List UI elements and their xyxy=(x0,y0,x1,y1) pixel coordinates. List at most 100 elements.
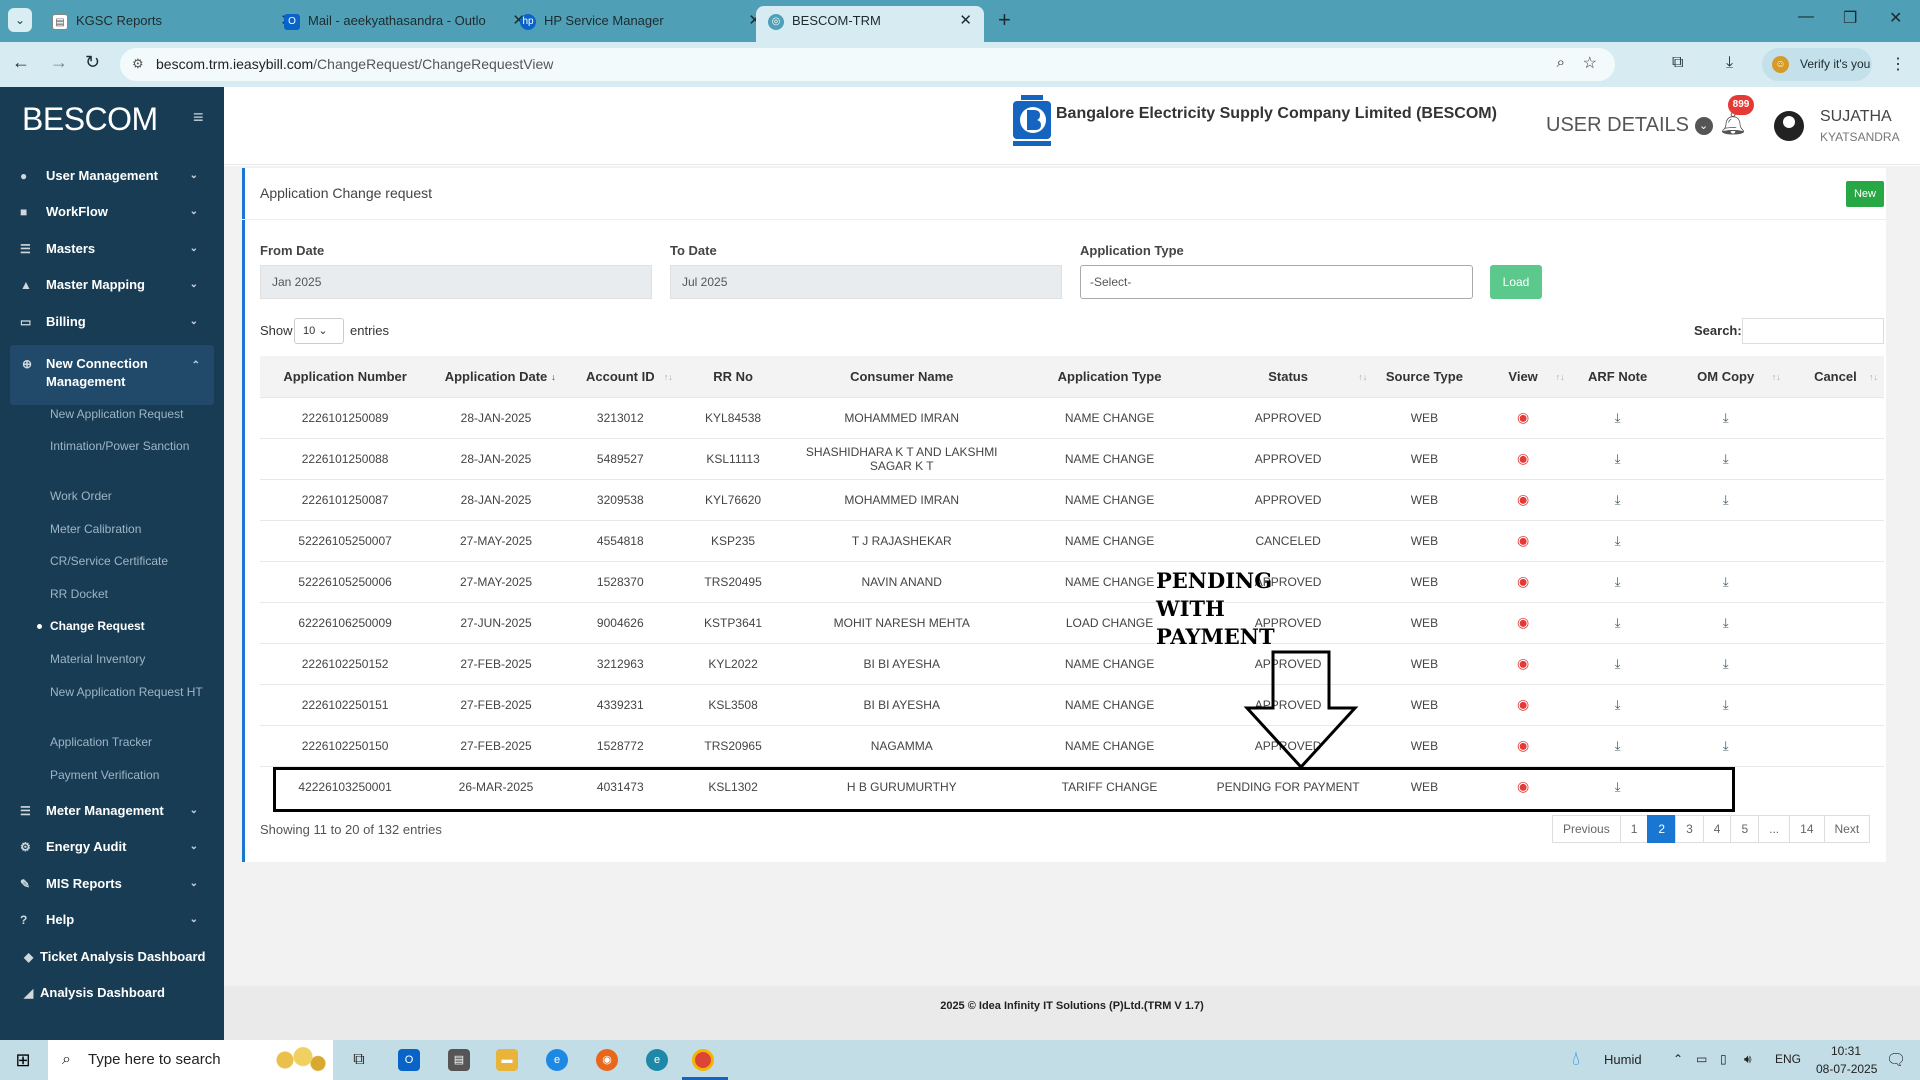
sidebar-subitem-application-tracker[interactable]: Application Tracker xyxy=(50,734,215,751)
site-info-icon[interactable]: ⚙ xyxy=(132,56,144,72)
extensions-icon[interactable]: ⧉ xyxy=(1672,54,1683,72)
tab-bescom-trm[interactable]: ◎ BESCOM-TRM ✕ xyxy=(756,6,984,42)
zoom-icon[interactable]: ⌕ xyxy=(1557,54,1565,71)
download-icon[interactable]: ⤓ xyxy=(1615,738,1621,753)
clock-date[interactable]: 08-07-2025 xyxy=(1816,1062,1877,1076)
new-tab-button[interactable]: + xyxy=(998,6,1011,34)
minimize-button[interactable]: — xyxy=(1798,8,1814,26)
download-icon[interactable]: ⤓ xyxy=(1723,451,1729,466)
load-button[interactable]: Load xyxy=(1490,265,1542,299)
download-icon[interactable]: ⤓ xyxy=(1723,697,1729,712)
network-icon[interactable]: ▭ xyxy=(1696,1052,1707,1066)
page-button[interactable]: 2 xyxy=(1647,815,1677,843)
page-button[interactable]: Next xyxy=(1823,815,1871,843)
eye-icon[interactable]: ◉ xyxy=(1517,614,1529,630)
volume-icon[interactable]: 🔊︎ xyxy=(1744,1052,1752,1067)
sidebar-item-new-connection-management[interactable]: ⊕ New Connection Management ⌃ xyxy=(10,345,214,405)
download-icon[interactable]: ⤓ xyxy=(1723,738,1729,753)
new-button[interactable]: New xyxy=(1846,181,1884,207)
download-icon[interactable]: ⤓ xyxy=(1615,656,1621,671)
column-header[interactable]: View ↑↓ xyxy=(1475,356,1571,397)
sidebar-subitem-cr-service-certificate[interactable]: CR/Service Certificate xyxy=(50,553,215,570)
sidebar-item-ticket-analysis-dashboard[interactable]: ◆ Ticket Analysis Dashboard xyxy=(0,939,224,975)
firefox-icon[interactable]: ◉ xyxy=(596,1049,618,1071)
eye-icon[interactable]: ◉ xyxy=(1517,491,1529,507)
download-icon[interactable]: ⤓ xyxy=(1615,533,1621,548)
battery-icon[interactable]: ▯ xyxy=(1720,1052,1727,1066)
edge-icon[interactable]: e xyxy=(646,1049,668,1071)
sidebar-item-masters[interactable]: ☰ Masters ⌄ xyxy=(0,231,224,267)
windows-start-icon[interactable]: ⊞ xyxy=(12,1049,34,1071)
download-icon[interactable]: ⤓ xyxy=(1726,54,1733,72)
column-header[interactable]: Consumer Name xyxy=(787,356,1017,397)
weather-label[interactable]: Humid xyxy=(1604,1052,1642,1067)
outlook-taskbar-icon[interactable]: O xyxy=(398,1049,420,1071)
close-window-button[interactable]: ✕ xyxy=(1889,8,1902,28)
reload-icon[interactable]: ↻ xyxy=(85,52,100,73)
url-bar[interactable]: ⚙ bescom.trm.ieasybill.com/ChangeRequest… xyxy=(120,48,1615,81)
tab-list-dropdown-icon[interactable]: ⌄ xyxy=(8,8,32,32)
page-button[interactable]: 5 xyxy=(1730,815,1760,843)
taskbar-search[interactable]: ⌕ Type here to search xyxy=(48,1040,333,1080)
download-icon[interactable]: ⤓ xyxy=(1615,615,1621,630)
printer-taskbar-icon[interactable]: ▤ xyxy=(448,1049,470,1071)
browser-menu-icon[interactable]: ⋮ xyxy=(1890,54,1906,74)
tab-hp-service-manager[interactable]: hp HP Service Manager ✕ xyxy=(508,6,773,42)
notifications-icon[interactable]: 🗨︎ xyxy=(1886,1050,1906,1070)
sidebar-subitem-work-order[interactable]: Work Order xyxy=(50,488,215,505)
eye-icon[interactable]: ◉ xyxy=(1517,409,1529,425)
back-icon[interactable]: ← xyxy=(12,52,30,73)
avatar[interactable] xyxy=(1774,111,1804,141)
sidebar-item-workflow[interactable]: ■ WorkFlow ⌄ xyxy=(0,194,224,230)
page-button[interactable]: 14 xyxy=(1789,815,1825,843)
to-date-input[interactable]: Jul 2025 xyxy=(670,265,1062,299)
sidebar-item-help[interactable]: ? Help ⌄ xyxy=(0,902,224,938)
verify-profile-button[interactable]: ☺ Verify it's you xyxy=(1762,48,1872,81)
eye-icon[interactable]: ◉ xyxy=(1517,573,1529,589)
tab-outlook-mail[interactable]: O Mail - aeekyathasandra - Outlo ✕ xyxy=(272,6,537,42)
column-header[interactable]: Application Type xyxy=(1016,356,1204,397)
internet-explorer-icon[interactable]: e xyxy=(546,1049,568,1071)
search-input[interactable] xyxy=(1742,318,1884,344)
column-header[interactable]: OM Copy ↑↓ xyxy=(1664,356,1787,397)
page-button[interactable]: Previous xyxy=(1552,815,1621,843)
download-icon[interactable]: ⤓ xyxy=(1723,656,1729,671)
sidebar-subitem-new-application-request[interactable]: New Application Request xyxy=(50,406,215,423)
hamburger-menu-icon[interactable]: ≡ xyxy=(193,107,204,128)
entries-per-page-select[interactable]: 10 ⌄ xyxy=(294,318,344,344)
page-button[interactable]: 1 xyxy=(1619,815,1649,843)
page-button[interactable]: 4 xyxy=(1702,815,1732,843)
clock-time[interactable]: 10:31 xyxy=(1831,1044,1861,1058)
column-header[interactable]: Source Type xyxy=(1373,356,1476,397)
download-icon[interactable]: ⤓ xyxy=(1723,615,1729,630)
sidebar-item-energy-audit[interactable]: ⚙ Energy Audit ⌄ xyxy=(0,829,224,865)
page-button[interactable]: 3 xyxy=(1675,815,1704,843)
from-date-input[interactable]: Jan 2025 xyxy=(260,265,652,299)
user-details-dropdown[interactable]: USER DETAILS ⌄ xyxy=(1546,114,1713,137)
sidebar-item-master-mapping[interactable]: ▲ Master Mapping ⌄ xyxy=(0,267,224,303)
sidebar-item-billing[interactable]: ▭ Billing ⌄ xyxy=(0,304,224,340)
download-icon[interactable]: ⤓ xyxy=(1615,697,1621,712)
eye-icon[interactable]: ◉ xyxy=(1517,655,1529,671)
task-view-icon[interactable]: ⧉ xyxy=(348,1049,370,1071)
column-header[interactable]: Account ID ↑↓ xyxy=(561,356,679,397)
sidebar-item-mis-reports[interactable]: ✎ MIS Reports ⌄ xyxy=(0,866,224,902)
eye-icon[interactable]: ◉ xyxy=(1517,532,1529,548)
sidebar-item-meter-management[interactable]: ☰ Meter Management ⌄ xyxy=(0,793,224,829)
tab-kgsc-reports[interactable]: ▤ KGSC Reports ✕ xyxy=(40,6,305,42)
application-type-select[interactable]: -Select- xyxy=(1080,265,1473,299)
eye-icon[interactable]: ◉ xyxy=(1517,696,1529,712)
download-icon[interactable]: ⤓ xyxy=(1615,574,1621,589)
download-icon[interactable]: ⤓ xyxy=(1723,410,1729,425)
download-icon[interactable]: ⤓ xyxy=(1615,492,1621,507)
column-header[interactable]: Application Number xyxy=(260,356,431,397)
sidebar-subitem-payment-verification[interactable]: Payment Verification xyxy=(50,767,215,784)
download-icon[interactable]: ⤓ xyxy=(1615,451,1621,466)
eye-icon[interactable]: ◉ xyxy=(1517,737,1529,753)
sidebar-subitem-rr-docket[interactable]: RR Docket xyxy=(50,586,215,603)
language-indicator[interactable]: ENG xyxy=(1775,1052,1801,1066)
sidebar-item-user-management[interactable]: ● User Management ⌄ xyxy=(0,158,224,194)
column-header[interactable]: Cancel ↑↓ xyxy=(1786,356,1884,397)
restore-button[interactable]: ❐ xyxy=(1843,8,1857,28)
file-explorer-icon[interactable]: ▬ xyxy=(496,1049,518,1071)
